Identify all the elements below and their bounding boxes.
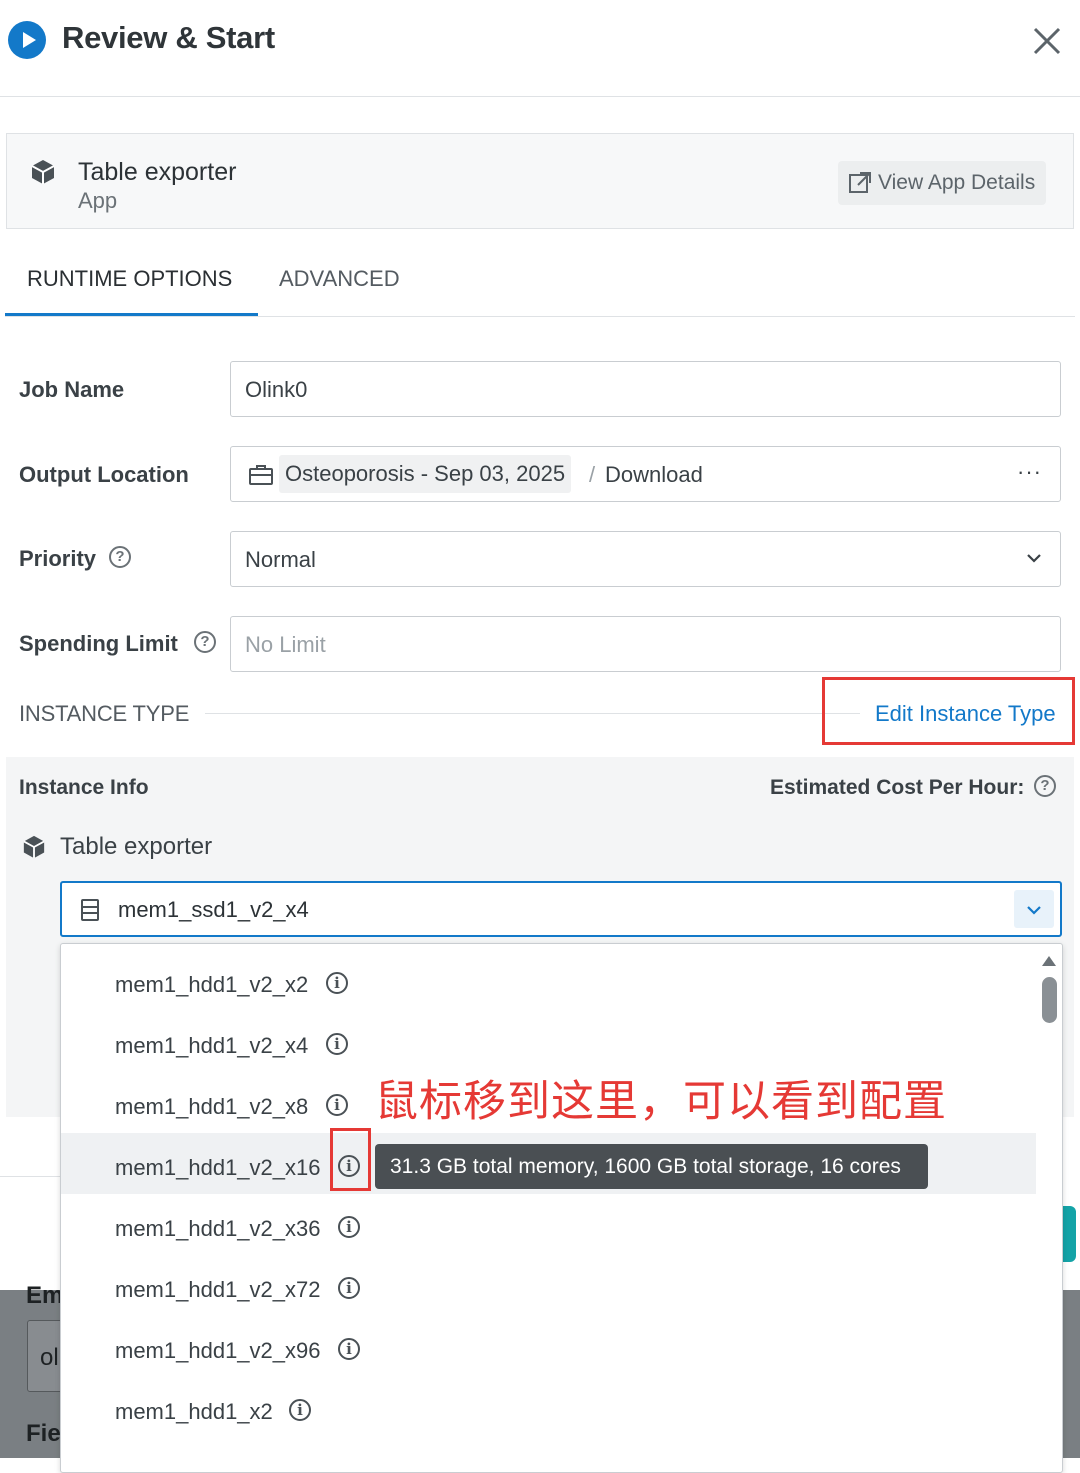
- instance-option-label: mem1_hdd1_v2_x96: [115, 1338, 321, 1363]
- info-icon[interactable]: i: [326, 972, 348, 994]
- instance-type-dropdown: mem1_hdd1_v2_x2 i mem1_hdd1_v2_x4 i mem1…: [60, 943, 1063, 1473]
- selected-instance-value: mem1_ssd1_v2_x4: [118, 897, 309, 922]
- instance-type-select[interactable]: mem1_ssd1_v2_x4: [60, 881, 1062, 937]
- info-icon[interactable]: i: [326, 1094, 348, 1116]
- background-text: ol: [40, 1344, 59, 1371]
- instance-option-label: mem1_hdd1_x2: [115, 1399, 273, 1424]
- instance-option-label: mem1_hdd1_v2_x8: [115, 1094, 309, 1119]
- highlight-box: [822, 677, 1075, 745]
- instance-app-name: Table exporter: [60, 833, 213, 860]
- tab-advanced[interactable]: ADVANCED: [279, 266, 400, 292]
- select-toggle[interactable]: [1014, 890, 1054, 928]
- app-name: Table exporter: [78, 158, 237, 186]
- priority-label: Priority: [19, 546, 97, 571]
- briefcase-icon: [249, 465, 273, 485]
- instance-option-label: mem1_hdd1_v2_x4: [115, 1033, 309, 1058]
- instance-option-label: mem1_hdd1_v2_x2: [115, 972, 309, 997]
- spending-limit-input[interactable]: No Limit: [230, 616, 1061, 672]
- cube-icon: [23, 835, 45, 859]
- estimated-cost-label: Estimated Cost Per Hour:: [770, 776, 1025, 799]
- job-name-label: Job Name: [19, 377, 125, 402]
- instance-option[interactable]: mem1_hdd1_v2_x96 i: [61, 1316, 1036, 1377]
- background-text: Em: [26, 1282, 64, 1309]
- job-name-input[interactable]: Olink0: [230, 361, 1061, 417]
- external-link-icon: [849, 172, 871, 193]
- spending-limit-help-icon[interactable]: ?: [194, 631, 216, 653]
- instance-option[interactable]: mem1_hdd1_v2_x36 i: [61, 1194, 1036, 1255]
- job-name-value: Olink0: [245, 377, 308, 402]
- tab-divider: [5, 316, 1075, 317]
- instance-option-label: mem1_hdd1_v2_x72: [115, 1277, 321, 1302]
- info-icon[interactable]: i: [338, 1216, 360, 1238]
- instance-option[interactable]: mem1_hdd1_x2 i: [61, 1377, 1036, 1438]
- folder-name: Download: [605, 462, 703, 487]
- instance-option-label: mem1_hdd1_v2_x36: [115, 1216, 321, 1241]
- priority-value: Normal: [245, 547, 316, 572]
- output-location-label: Output Location: [19, 462, 189, 487]
- priority-help-icon[interactable]: ?: [109, 546, 131, 568]
- info-icon[interactable]: i: [338, 1277, 360, 1299]
- instance-info-label: Instance Info: [19, 776, 149, 799]
- project-chip[interactable]: Osteoporosis - Sep 03, 2025: [279, 455, 572, 493]
- chevron-down-icon: [1027, 554, 1041, 563]
- divider: [0, 1176, 60, 1177]
- section-divider: [205, 713, 860, 714]
- server-icon: [81, 899, 99, 921]
- instance-spec-tooltip: 31.3 GB total memory, 1600 GB total stor…: [375, 1144, 928, 1189]
- app-type: App: [78, 188, 118, 213]
- spending-limit-placeholder: No Limit: [245, 632, 326, 657]
- instance-type-heading: INSTANCE TYPE: [19, 701, 190, 726]
- instance-option-label: mem1_hdd1_v2_x16: [115, 1155, 321, 1180]
- tab-runtime-options[interactable]: RUNTIME OPTIONS: [27, 266, 232, 292]
- play-icon: [8, 21, 46, 59]
- scroll-up-arrow-icon[interactable]: [1042, 956, 1056, 966]
- instance-option[interactable]: mem1_hdd1_v2_x2 i: [61, 950, 1036, 1011]
- scrollbar-thumb[interactable]: [1042, 977, 1057, 1023]
- cost-help-icon[interactable]: ?: [1034, 775, 1056, 797]
- chevron-down-icon: [1027, 906, 1041, 915]
- active-tab-indicator: [5, 313, 258, 316]
- background-text: Fie: [26, 1420, 61, 1447]
- cube-icon: [31, 160, 55, 184]
- info-icon[interactable]: i: [326, 1033, 348, 1055]
- highlight-box: [330, 1128, 371, 1191]
- priority-select[interactable]: Normal: [230, 531, 1061, 587]
- view-app-details-button[interactable]: View App Details: [838, 161, 1046, 205]
- instance-option[interactable]: mem1_hdd1_v2_x72 i: [61, 1255, 1036, 1316]
- more-options-icon[interactable]: ···: [1017, 459, 1042, 485]
- spending-limit-label: Spending Limit: [19, 631, 178, 656]
- output-location-field[interactable]: Osteoporosis - Sep 03, 2025 / Download ·…: [230, 446, 1061, 502]
- dialog-title: Review & Start: [62, 20, 275, 55]
- scrollbar[interactable]: [1036, 944, 1062, 1472]
- close-icon[interactable]: [1030, 24, 1064, 58]
- view-app-details-label: View App Details: [878, 171, 1036, 194]
- info-icon[interactable]: i: [289, 1399, 311, 1421]
- path-separator: /: [589, 462, 596, 487]
- instance-option[interactable]: mem1_hdd1_v2_x4 i: [61, 1011, 1036, 1072]
- info-icon[interactable]: i: [338, 1338, 360, 1360]
- annotation-text: 鼠标移到这里，可以看到配置: [375, 1078, 947, 1126]
